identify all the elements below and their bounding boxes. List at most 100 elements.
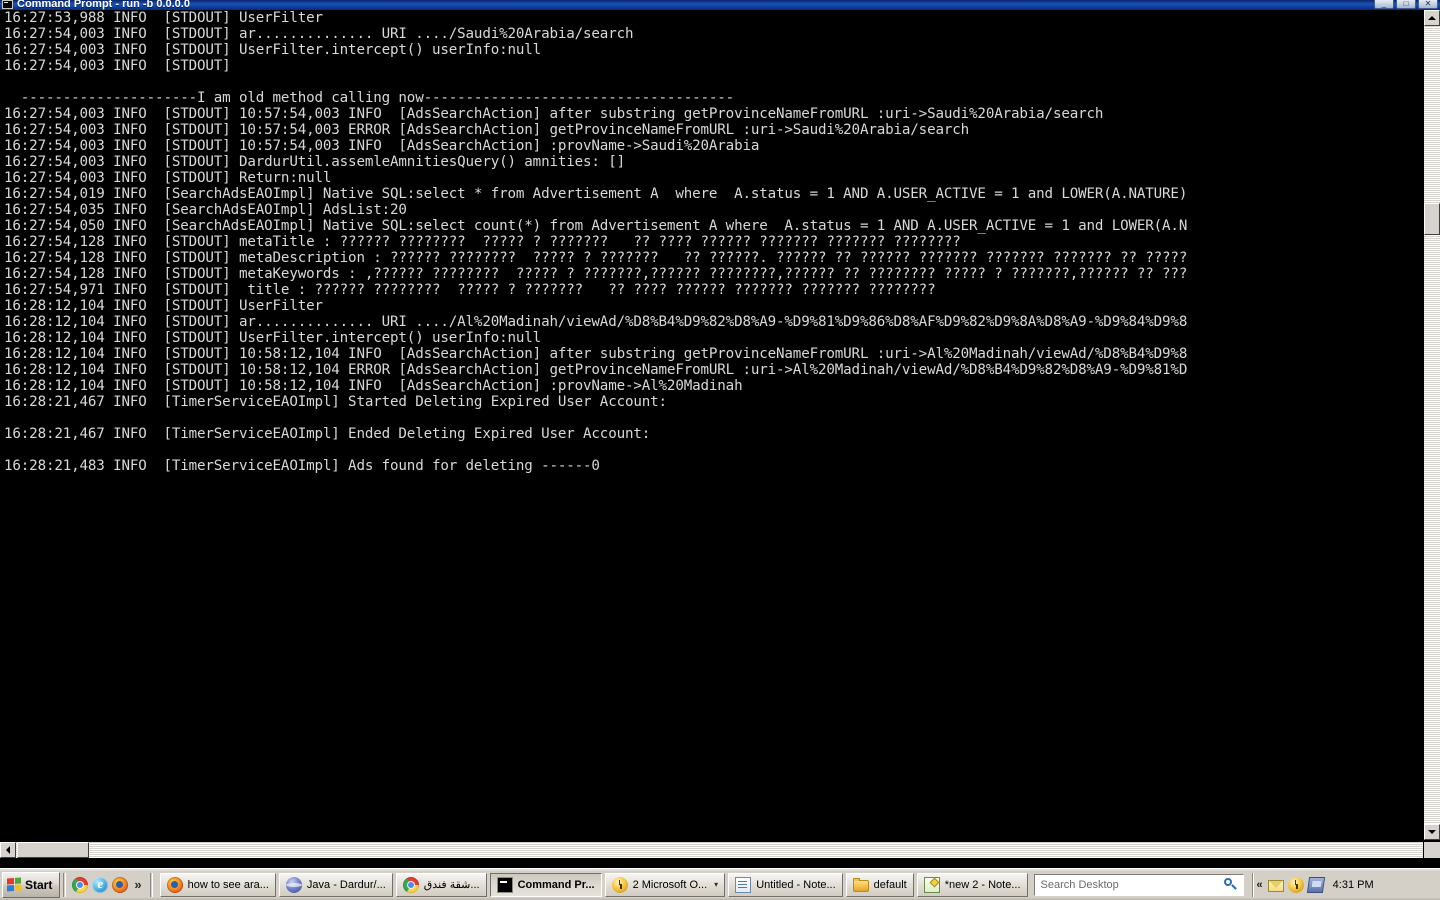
console-line: 16:27:54,019 INFO [SearchAdsEAOImpl] Nat… — [4, 186, 1188, 202]
vertical-scrollbar-thumb[interactable] — [1424, 203, 1440, 235]
internet-explorer-icon[interactable] — [92, 876, 109, 893]
taskbar-window-label: how to see ara... — [187, 878, 269, 891]
start-button-label: Start — [25, 877, 53, 892]
close-button[interactable]: ✕ — [1418, 0, 1438, 9]
quick-launch-bar: » — [69, 876, 146, 893]
maximize-button[interactable]: □ — [1396, 0, 1416, 9]
console-line: 16:28:21,483 INFO [TimerServiceEAOImpl] … — [4, 458, 600, 474]
taskbar-window-button[interactable]: 2 Microsoft O... ▾ — [604, 872, 726, 897]
outlook-icon[interactable] — [1287, 876, 1304, 893]
taskbar-window-button[interactable]: default — [845, 872, 914, 897]
taskbar-divider — [63, 872, 67, 897]
console-line: 16:27:54,003 INFO [STDOUT] DardurUtil.as… — [4, 154, 625, 170]
taskbar-window-label: 2 Microsoft O... — [632, 878, 708, 891]
desktop-screen: Command Prompt - run -b 0.0.0.0 _ □ ✕ 16… — [0, 0, 1440, 900]
console-line: 16:27:54,003 INFO [STDOUT] 10:57:54,003 … — [4, 138, 760, 154]
console-line: 16:28:12,104 INFO [STDOUT] 10:58:12,104 … — [4, 378, 743, 394]
window-controls: _ □ ✕ — [1374, 0, 1438, 9]
taskbar-window-label: Command Pr... — [517, 878, 595, 891]
horizontal-scrollbar[interactable] — [0, 841, 1423, 858]
console-line: 16:27:54,003 INFO [STDOUT] Return:null — [4, 170, 332, 186]
console-line: 16:28:12,104 INFO [STDOUT] ar...........… — [4, 314, 1188, 330]
taskbar-window-label: شقة فندق... — [423, 879, 480, 891]
console-line: 16:27:54,003 INFO [STDOUT] — [4, 58, 231, 74]
chevron-down-icon — [1428, 830, 1436, 834]
taskbar-window-button[interactable]: Command Pr... — [489, 872, 602, 897]
folder-icon — [852, 877, 869, 892]
outlook-icon — [611, 876, 628, 893]
firefox-icon[interactable] — [112, 876, 129, 893]
close-icon: ✕ — [1424, 0, 1432, 8]
console-line: 16:27:54,971 INFO [STDOUT] title : ?????… — [4, 282, 936, 298]
taskbar-window-button[interactable]: Untitled - Note... — [728, 872, 843, 897]
console-line: 16:27:54,003 INFO [STDOUT] 10:57:54,003 … — [4, 106, 1104, 122]
taskbar-window-button[interactable]: *new 2 - Note... — [916, 872, 1028, 897]
console-line: 16:27:54,035 INFO [SearchAdsEAOImpl] Ads… — [4, 202, 407, 218]
notepad-icon — [735, 876, 752, 893]
minimize-button[interactable]: _ — [1374, 0, 1394, 9]
console-line: 16:28:12,104 INFO [STDOUT] 10:58:12,104 … — [4, 346, 1188, 362]
scroll-down-button[interactable] — [1424, 824, 1440, 840]
console-line: 16:27:54,128 INFO [STDOUT] metaDescripti… — [4, 250, 1188, 266]
chevron-down-icon[interactable]: ▾ — [714, 880, 718, 889]
horizontal-scrollbar-thumb[interactable] — [17, 842, 89, 858]
taskbar-window-button[interactable]: Java - Dardur/... — [278, 872, 393, 897]
system-tray: « 4:31 PM — [1251, 872, 1381, 897]
chevron-up-icon — [1428, 16, 1436, 20]
vertical-scrollbar[interactable] — [1423, 10, 1440, 840]
console-line: 16:28:12,104 INFO [STDOUT] 10:58:12,104 … — [4, 362, 1188, 378]
scroll-left-button[interactable] — [0, 842, 16, 858]
console-output[interactable]: 16:27:53,988 INFO [STDOUT] UserFilter 16:… — [4, 10, 1414, 840]
taskbar-window-label: default — [873, 878, 907, 891]
console-line: 16:27:54,003 INFO [STDOUT] ar...........… — [4, 26, 634, 42]
search-input[interactable] — [1040, 878, 1221, 891]
tray-expand-button[interactable]: « — [1257, 879, 1263, 891]
quick-launch-overflow-icon[interactable]: » — [132, 877, 143, 892]
console-line: ---------------------I am old method cal… — [4, 90, 735, 106]
taskbar-clock[interactable]: 4:31 PM — [1333, 879, 1374, 891]
network-icon[interactable] — [1306, 876, 1325, 893]
firefox-icon — [166, 876, 183, 893]
tray-icon-list — [1267, 876, 1325, 893]
taskbar-divider — [149, 872, 153, 897]
chrome-icon — [402, 876, 419, 893]
window-title: Command Prompt - run -b 0.0.0.0 — [17, 0, 190, 10]
search-icon[interactable] — [1221, 876, 1239, 894]
maximize-icon: □ — [1403, 0, 1409, 8]
scrollbar-corner — [1423, 841, 1440, 858]
taskbar-window-label: *new 2 - Note... — [944, 878, 1021, 891]
taskbar: Start » how to see ara... Java - Dardur/.… — [0, 868, 1440, 900]
minimize-icon: _ — [1381, 0, 1387, 8]
window-title-bar[interactable]: Command Prompt - run -b 0.0.0.0 _ □ ✕ — [0, 0, 1440, 10]
mail-icon[interactable] — [1267, 879, 1284, 892]
start-button[interactable]: Start — [2, 871, 61, 898]
console-line: 16:27:54,128 INFO [STDOUT] metaTitle : ?… — [4, 234, 961, 250]
search-desktop-box[interactable] — [1033, 873, 1244, 896]
java-eclipse-icon — [285, 876, 302, 893]
cmd-icon — [2, 0, 13, 9]
console-line: 16:27:53,988 INFO [STDOUT] UserFilter — [4, 10, 323, 26]
console-line: 16:27:54,003 INFO [STDOUT] 10:57:54,003 … — [4, 122, 970, 138]
taskbar-window-button[interactable]: شقة فندق... — [395, 872, 487, 897]
taskbar-window-label: Untitled - Note... — [756, 878, 836, 891]
new-document-icon — [923, 876, 940, 893]
console-line: 16:28:21,467 INFO [TimerServiceEAOImpl] … — [4, 394, 667, 410]
scroll-up-button[interactable] — [1424, 10, 1440, 26]
taskbar-window-label: Java - Dardur/... — [306, 878, 386, 891]
console-line: 16:28:21,467 INFO [TimerServiceEAOImpl] … — [4, 426, 651, 442]
taskbar-window-button[interactable]: how to see ara... — [159, 872, 276, 897]
console-line: 16:27:54,128 INFO [STDOUT] metaKeywords … — [4, 266, 1188, 282]
console-line: 16:27:54,003 INFO [STDOUT] UserFilter.in… — [4, 42, 542, 58]
console-line: 16:27:54,050 INFO [SearchAdsEAOImpl] Nat… — [4, 218, 1188, 234]
windows-flag-icon — [7, 877, 21, 892]
console-line: 16:28:12,104 INFO [STDOUT] UserFilter.in… — [4, 330, 542, 346]
chevron-left-icon — [6, 846, 10, 854]
cmd-icon — [496, 876, 513, 893]
chrome-icon[interactable] — [72, 876, 89, 893]
console-line: 16:28:12,104 INFO [STDOUT] UserFilter — [4, 298, 323, 314]
command-prompt-window: Command Prompt - run -b 0.0.0.0 _ □ ✕ 16… — [0, 0, 1440, 866]
task-button-list: how to see ara... Java - Dardur/... شقة فن… — [156, 872, 1028, 897]
